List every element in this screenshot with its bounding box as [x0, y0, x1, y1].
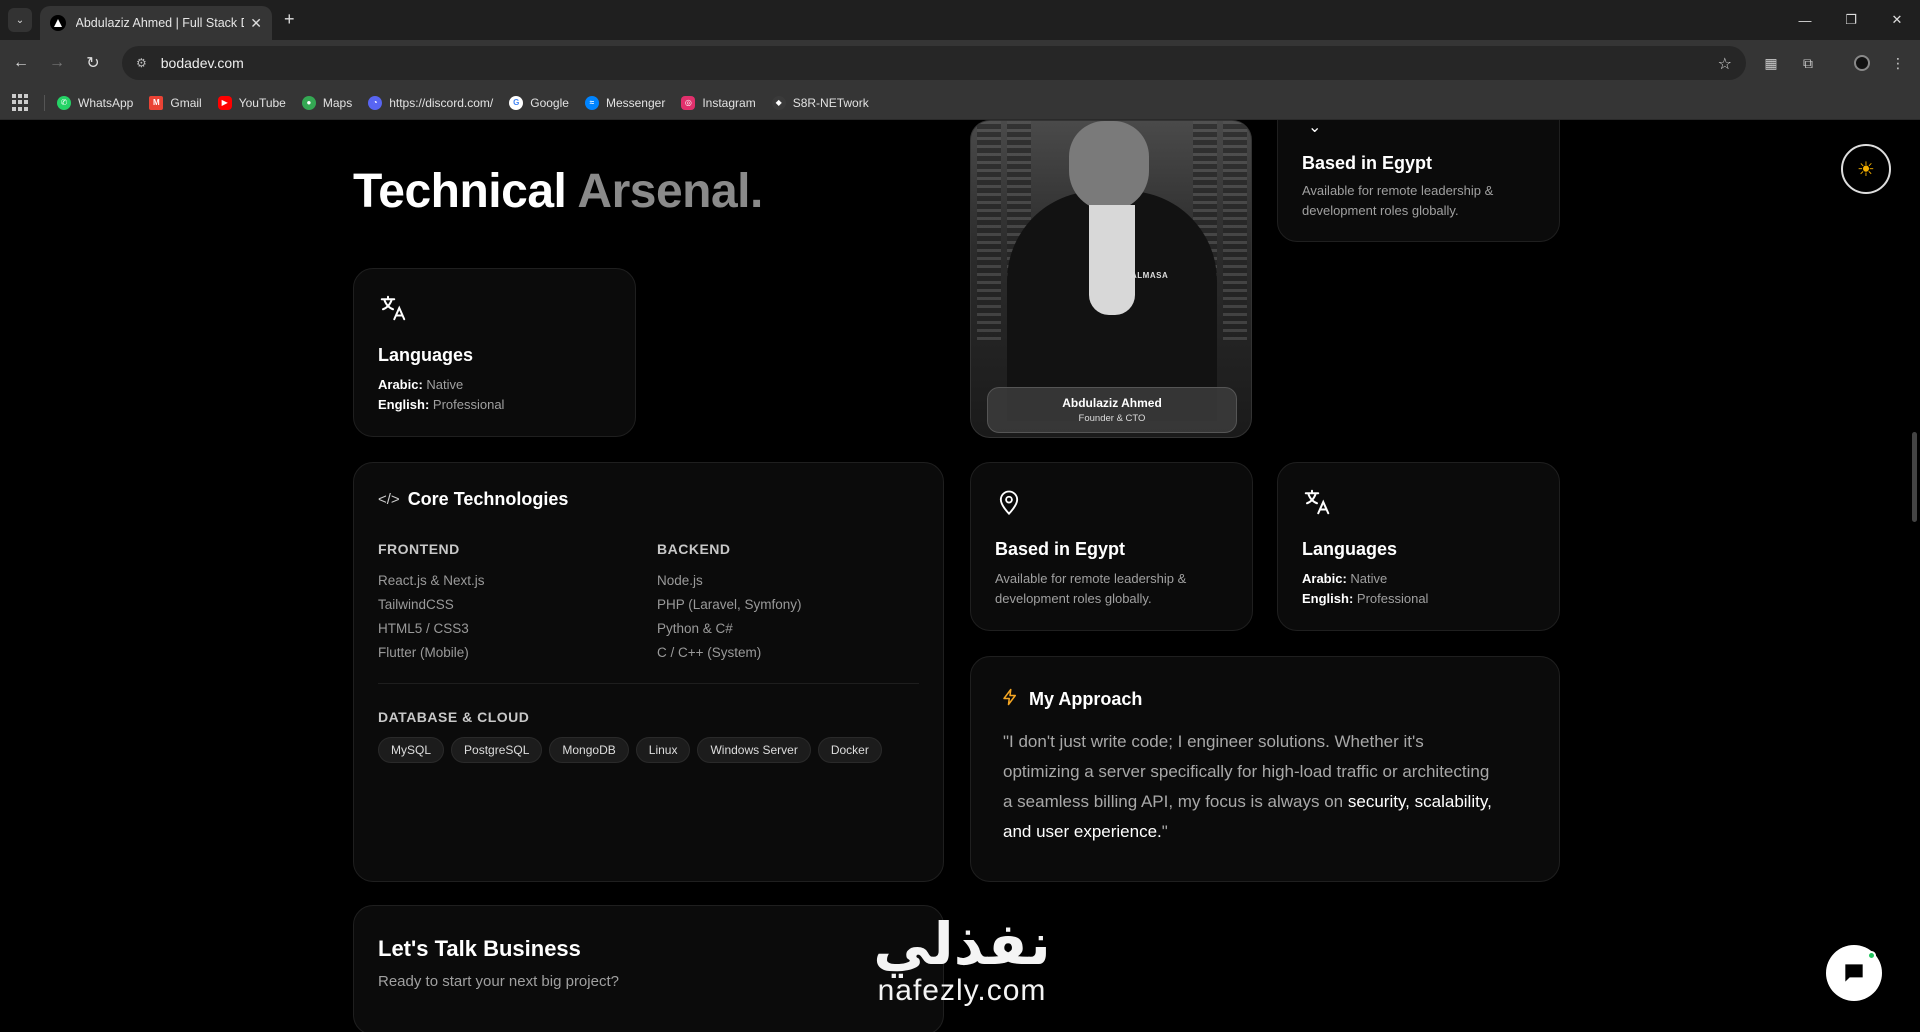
bookmark-star-icon[interactable]: ☆	[1718, 54, 1732, 74]
gmail-icon: M	[149, 95, 164, 110]
language-arabic: Arabic: Native	[378, 377, 464, 392]
google-icon: G	[509, 95, 524, 110]
bookmark-instagram[interactable]: ◎ Instagram	[681, 95, 756, 110]
bookmark-whatsapp[interactable]: ✆ WhatsApp	[57, 95, 133, 110]
tech-pill: Linux	[635, 737, 691, 763]
watermark-logo: نفذلي nafezly.com	[873, 910, 1051, 1007]
approach-header: My Approach	[1001, 687, 1142, 712]
bookmarks-divider	[44, 94, 45, 111]
apps-grid-icon[interactable]	[12, 93, 30, 112]
bookmarks-bar: ✆ WhatsApp M Gmail ▶ YouTube ● Maps ◔ https:/…	[0, 86, 1920, 120]
tech-pill: MySQL	[378, 737, 445, 763]
bookmark-google[interactable]: G Google	[509, 95, 569, 110]
tab-strip: ⌄ Abdulaziz Ahmed | Full Stack Dev ✕ + —…	[0, 0, 1920, 40]
menu-kebab-icon[interactable]: ⋮	[1887, 52, 1909, 74]
bookmark-messenger[interactable]: ≈ Messenger	[584, 95, 665, 110]
database-cloud-section: DATABASE & CLOUD MySQL PostgreSQL MongoDB L…	[378, 709, 889, 763]
languages-card: Languages Arabic: Native English: Profes…	[353, 268, 636, 437]
profile-role: Founder & CTO	[1078, 413, 1146, 424]
tab-title: Abdulaziz Ahmed | Full Stack Dev	[75, 16, 245, 30]
bookmark-discord[interactable]: ◔ https://discord.com/	[368, 95, 493, 110]
core-tech-header: </> Core Technologies	[378, 489, 569, 509]
tech-pills: MySQL PostgreSQL MongoDB Linux Windows Serve…	[378, 737, 889, 763]
code-icon: </>	[378, 491, 400, 508]
bookmark-network[interactable]: ◆ S8R-NETwork	[771, 95, 869, 110]
tech-pill: Windows Server	[697, 737, 811, 763]
sun-icon: ☀	[1857, 158, 1875, 181]
profile-caption: Abdulaziz Ahmed Founder & CTO	[987, 387, 1237, 433]
forward-button[interactable]: →	[46, 52, 68, 74]
map-pin-icon	[995, 487, 1023, 522]
close-tab-icon[interactable]: ✕	[250, 15, 262, 32]
languages-card-right: Languages Arabic: Native English: Profes…	[1277, 462, 1560, 631]
chevron-icon: ⌄	[1308, 120, 1322, 136]
lightning-icon	[1001, 687, 1019, 712]
discord-icon: ◔	[368, 95, 383, 110]
active-tab[interactable]: Abdulaziz Ahmed | Full Stack Dev ✕	[40, 6, 272, 40]
window-controls: — ❐ ✕	[1782, 0, 1920, 40]
language-english: English: Professional	[378, 397, 505, 412]
address-bar[interactable]: ⚙ bodadev.com ☆	[122, 46, 1746, 80]
back-button[interactable]: ←	[10, 52, 32, 74]
new-tab-button[interactable]: +	[284, 10, 295, 28]
url-text: bodadev.com	[160, 55, 244, 71]
divider	[378, 683, 919, 684]
chat-button[interactable]	[1826, 945, 1882, 1001]
business-subtitle: Ready to start your next big project?	[378, 973, 619, 990]
location-card-top: ⌄ Based in Egypt Available for remote le…	[1277, 120, 1560, 242]
extensions-icon[interactable]: ⧉	[1797, 52, 1819, 74]
messenger-icon: ≈	[584, 95, 599, 110]
reload-button[interactable]: ↻	[82, 52, 104, 74]
business-title: Let's Talk Business	[378, 936, 581, 961]
site-favicon-icon	[50, 15, 66, 31]
core-technologies-card: </> Core Technologies FRONTEND React.js …	[353, 462, 944, 882]
theme-toggle-button[interactable]: ☀	[1841, 144, 1891, 194]
youtube-icon: ▶	[217, 95, 232, 110]
backend-column: BACKEND Node.js PHP (Laravel, Symfony) P…	[657, 541, 802, 660]
minimize-button[interactable]: —	[1782, 0, 1828, 40]
shirt-logo: ALMASA	[1131, 271, 1169, 280]
bookmark-youtube[interactable]: ▶ YouTube	[217, 95, 286, 110]
approach-card: My Approach "I don't just write code; I …	[970, 656, 1560, 882]
tech-pill: PostgreSQL	[451, 737, 543, 763]
tech-pill: MongoDB	[549, 737, 629, 763]
whatsapp-icon: ✆	[57, 95, 71, 110]
instagram-icon: ◎	[681, 95, 696, 110]
restore-button[interactable]: ❐	[1828, 0, 1874, 40]
bookmark-maps[interactable]: ● Maps	[301, 95, 352, 110]
online-status-dot	[1867, 951, 1876, 960]
frontend-column: FRONTEND React.js & Next.js TailwindCSS …	[378, 541, 485, 660]
location-title: Based in Egypt	[995, 539, 1126, 559]
close-window-button[interactable]: ✕	[1874, 0, 1920, 40]
page-viewport: Technical Arsenal. Languages Arabic: Nat…	[0, 120, 1920, 1032]
bookmark-gmail[interactable]: M Gmail	[149, 95, 202, 110]
page-scrollbar[interactable]	[1912, 432, 1917, 522]
profile-avatar-icon[interactable]	[1851, 52, 1873, 74]
tab-search-button[interactable]: ⌄	[8, 8, 32, 32]
site-info-icon[interactable]: ⚙	[136, 56, 147, 70]
network-icon: ◆	[771, 95, 786, 110]
profile-name: Abdulaziz Ahmed	[1062, 396, 1162, 410]
languages-title: Languages	[378, 345, 474, 365]
tech-pill: Docker	[817, 737, 882, 763]
bookmark-list: ✆ WhatsApp M Gmail ▶ YouTube ● Maps ◔ https:/…	[57, 95, 885, 110]
chevron-down-icon: ⌄	[15, 14, 25, 26]
section-title: Technical Arsenal.	[353, 165, 763, 218]
qr-code-icon[interactable]: ▦	[1760, 52, 1782, 74]
approach-quote: "I don't just write code; I engineer sol…	[1003, 732, 1492, 841]
chat-bubble-icon	[1845, 964, 1863, 982]
translate-icon	[1302, 487, 1332, 522]
maps-icon: ●	[301, 95, 316, 110]
translate-icon	[378, 293, 408, 328]
location-card: Based in Egypt Available for remote lead…	[970, 462, 1253, 631]
profile-photo: ALMASA Abdulaziz Ahmed Founder & CTO	[970, 120, 1252, 438]
browser-toolbar: ← → ↻ ⚙ bodadev.com ☆ ▦ ⧉ ⋮	[0, 40, 1920, 86]
